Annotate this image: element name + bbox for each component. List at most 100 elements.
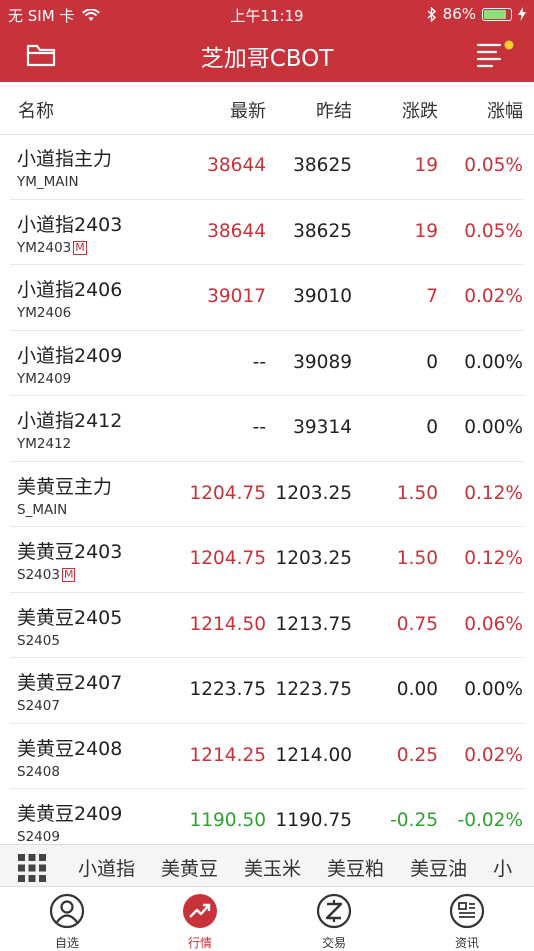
tab-watchlist[interactable]: 自选 [22, 893, 112, 951]
contract-code: YM2403 M [17, 240, 87, 256]
contract-name: 小道指主力 [17, 148, 113, 170]
quote-row[interactable]: 美黄豆2407 S2407 1223.75 1223.75 0.00 0.00% [10, 658, 524, 724]
latest-price: 38644 [207, 220, 266, 242]
latest-price: 1204.75 [189, 482, 266, 504]
price-change: -0.25 [390, 810, 438, 831]
latest-price: 1214.25 [189, 744, 266, 766]
col-change[interactable]: 涨跌 [402, 97, 438, 123]
category-tab[interactable]: 小 [493, 858, 512, 880]
change-percent: 0.05% [464, 155, 523, 176]
tab-news[interactable]: 资讯 [422, 893, 512, 951]
category-tab[interactable]: 美黄豆 [161, 858, 218, 880]
category-tab[interactable]: 美玉米 [244, 858, 301, 880]
category-list: 小道指 美黄豆 美玉米 美豆粕 美豆油 小 [78, 854, 534, 881]
change-percent: 0.12% [464, 548, 523, 569]
category-tab[interactable]: 小道指 [78, 858, 135, 880]
category-tab[interactable]: 美豆粕 [327, 858, 384, 880]
contract-code-text: S2409 [17, 829, 60, 845]
contract-code: S2409 [17, 829, 60, 845]
prev-settle-price: 39089 [293, 351, 352, 373]
contract-code: S2405 [17, 633, 60, 649]
latest-price: -- [252, 417, 266, 438]
tab-label: 行情 [187, 936, 212, 950]
quote-row[interactable]: 美黄豆2405 S2405 1214.50 1213.75 0.75 0.06% [10, 593, 524, 658]
prev-settle-price: 1203.25 [275, 548, 352, 569]
category-tab[interactable]: 美豆油 [410, 858, 467, 880]
contract-name: 小道指2409 [17, 344, 123, 367]
prev-settle-price: 1214.00 [275, 744, 352, 766]
category-bar: 小道指 美黄豆 美玉米 美豆粕 美豆油 小 [0, 844, 534, 887]
column-header: 名称 最新 昨结 涨跌 涨幅 [0, 82, 534, 135]
price-change: 0 [426, 417, 438, 438]
prev-settle-price: 1190.75 [275, 810, 352, 831]
change-percent: -0.02% [457, 810, 523, 831]
contract-code: S2408 [17, 764, 60, 780]
tab-label: 交易 [321, 936, 346, 950]
quote-list: 小道指主力 YM_MAIN 38644 38625 19 0.05% 小道指2403 YM24… [0, 134, 534, 855]
tab-label: 资讯 [454, 936, 479, 950]
contract-code-text: YM2403 [17, 239, 72, 256]
contract-name: 小道指2406 [17, 279, 123, 301]
prev-settle-price: 39010 [293, 286, 352, 307]
latest-price: 1214.50 [189, 613, 266, 635]
change-percent: 0.00% [464, 351, 523, 373]
change-percent: 0.05% [464, 220, 523, 242]
quote-row[interactable]: 小道指主力 YM_MAIN 38644 38625 19 0.05% [10, 134, 524, 200]
contract-code-text: YM2406 [17, 305, 72, 321]
trend-up-icon [183, 894, 217, 928]
contract-code-text: YM2412 [17, 436, 72, 452]
notification-dot [504, 40, 514, 50]
contract-code: YM2406 [17, 305, 71, 321]
contract-name: 小道指2403 [17, 213, 123, 236]
price-change: 0.00 [396, 679, 438, 700]
contract-name: 美黄豆2405 [17, 606, 123, 629]
prev-settle-price: 1203.25 [275, 482, 352, 504]
quote-row[interactable]: 小道指2403 YM2403 M 38644 38625 19 0.05% [10, 200, 524, 265]
price-change: 1.50 [396, 548, 438, 569]
page-title: 芝加哥CBOT [200, 46, 334, 72]
contract-code-text: S2408 [17, 763, 60, 780]
price-change: 1.50 [396, 482, 438, 504]
menu-icon[interactable] [474, 40, 514, 72]
contract-code-text: YM2409 [17, 370, 72, 387]
contract-code-text: S2403 [17, 567, 60, 583]
main-contract-badge: M [61, 568, 76, 582]
contract-code-text: S2407 [17, 698, 60, 714]
price-change: 0.25 [396, 744, 438, 766]
contract-code: YM_MAIN [17, 174, 79, 190]
col-latest[interactable]: 最新 [230, 97, 266, 123]
latest-price: 39017 [207, 286, 266, 307]
quote-row[interactable]: 小道指2412 YM2412 -- 39314 0 0.00% [10, 396, 524, 462]
grid-icon[interactable] [18, 854, 46, 882]
battery-percent: 86% [442, 5, 476, 23]
change-percent: 0.00% [464, 679, 523, 700]
prev-settle-price: 38625 [293, 220, 352, 242]
nav-bar: 芝加哥CBOT [0, 28, 534, 82]
change-percent: 0.12% [464, 482, 523, 504]
prev-settle-price: 1223.75 [275, 679, 352, 700]
tab-market[interactable]: 行情 [155, 893, 245, 951]
prev-settle-price: 39314 [293, 417, 352, 438]
quote-row[interactable]: 美黄豆2408 S2408 1214.25 1214.00 0.25 0.02% [10, 724, 524, 789]
main-contract-badge: M [73, 240, 87, 255]
col-prev-settle[interactable]: 昨结 [316, 97, 352, 123]
quote-row[interactable]: 小道指2406 YM2406 39017 39010 7 0.02% [10, 265, 524, 331]
change-percent: 0.00% [464, 417, 523, 438]
tab-bar: 自选 行情 交易 资讯 [0, 886, 534, 951]
price-change: 0.75 [396, 613, 438, 635]
trade-icon [316, 893, 352, 929]
contract-code: S_MAIN [17, 502, 67, 518]
col-change-percent[interactable]: 涨幅 [487, 97, 523, 123]
contract-name: 美黄豆2409 [17, 803, 123, 825]
contract-code-text: YM_MAIN [17, 174, 79, 190]
tab-trade[interactable]: 交易 [289, 893, 379, 951]
col-name[interactable]: 名称 [18, 97, 54, 123]
contract-code: S2407 [17, 698, 60, 714]
quote-row[interactable]: 美黄豆2403 S2403 M 1204.75 1203.25 1.50 0.12% [10, 527, 524, 593]
quote-row[interactable]: 美黄豆主力 S_MAIN 1204.75 1203.25 1.50 0.12% [10, 462, 524, 527]
price-change: 0 [426, 351, 438, 373]
contract-code-text: S2405 [17, 632, 60, 649]
status-right: 86% [427, 5, 526, 23]
contract-name: 美黄豆2403 [17, 541, 123, 563]
quote-row[interactable]: 小道指2409 YM2409 -- 39089 0 0.00% [10, 331, 524, 396]
